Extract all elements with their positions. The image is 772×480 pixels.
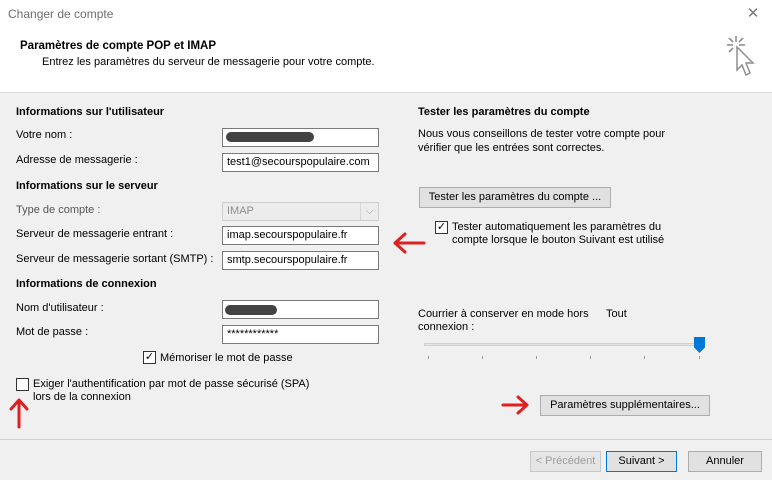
section-server-info: Informations sur le serveur	[16, 180, 158, 192]
offline-slider-thumb[interactable]	[694, 337, 705, 353]
slider-tick	[482, 356, 483, 359]
slider-tick	[699, 356, 700, 359]
annotation-arrow-left-icon	[393, 232, 426, 254]
slider-tick	[536, 356, 537, 359]
outgoing-server-label: Serveur de messagerie sortant (SMTP) :	[16, 253, 214, 265]
incoming-server-label: Serveur de messagerie entrant :	[16, 228, 174, 240]
offline-label-line2: connexion :	[418, 321, 475, 333]
offline-slider-track[interactable]	[424, 343, 704, 346]
slider-tick	[590, 356, 591, 359]
close-icon[interactable]: ✕	[738, 3, 768, 25]
window-title: Changer de compte	[8, 7, 114, 21]
auto-test-line2: compte lorsque le bouton Suivant est uti…	[452, 234, 665, 246]
more-settings-button[interactable]: Paramètres supplémentaires...	[540, 395, 710, 416]
remember-password-label: Mémoriser le mot de passe	[160, 352, 293, 364]
annotation-arrow-up-icon	[9, 398, 29, 429]
incoming-server-field[interactable]: imap.secourspopulaire.fr	[222, 226, 379, 245]
offline-label-line1: Courrier à conserver en mode hors	[418, 308, 589, 320]
section-user-info: Informations sur l'utilisateur	[16, 106, 165, 118]
slider-tick	[644, 356, 645, 359]
test-advice-line2: vérifier que les entrées sont correctes.	[418, 142, 605, 154]
cancel-button[interactable]: Annuler	[688, 451, 762, 472]
email-field[interactable]: test1@secourspopulaire.com	[222, 153, 379, 172]
spa-checkbox[interactable]	[16, 378, 29, 391]
auto-test-line1: Tester automatiquement les paramètres du	[452, 221, 662, 233]
page-title: Paramètres de compte POP et IMAP	[20, 40, 216, 52]
auto-test-checkbox[interactable]: ✓	[435, 221, 448, 234]
footer-divider	[0, 439, 772, 440]
test-settings-button[interactable]: Tester les paramètres du compte ...	[419, 187, 611, 208]
spa-label-line2: lors de la connexion	[33, 391, 131, 403]
username-label: Nom d'utilisateur :	[16, 302, 104, 314]
next-button[interactable]: Suivant >	[606, 451, 677, 472]
password-label: Mot de passe :	[16, 326, 89, 338]
cursor-sparkle-icon	[727, 36, 755, 77]
title-bar	[0, 0, 772, 28]
redacted-scribble	[225, 305, 277, 315]
page-subtitle: Entrez les paramètres du serveur de mess…	[42, 56, 375, 68]
outgoing-server-field[interactable]: smtp.secourspopulaire.fr	[222, 251, 379, 270]
section-test-settings: Tester les paramètres du compte	[418, 106, 590, 118]
slider-tick	[428, 356, 429, 359]
password-field[interactable]: ************	[222, 325, 379, 344]
offline-value: Tout	[606, 308, 627, 320]
section-login-info: Informations de connexion	[16, 278, 157, 290]
name-field[interactable]	[222, 128, 379, 147]
username-field[interactable]	[222, 300, 379, 319]
name-label: Votre nom :	[16, 129, 73, 141]
remember-password-checkbox[interactable]: ✓	[143, 351, 156, 364]
account-type-label: Type de compte :	[16, 204, 101, 216]
spa-label-line1: Exiger l'authentification par mot de pas…	[33, 378, 310, 390]
back-button[interactable]: < Précédent	[530, 451, 601, 472]
email-label: Adresse de messagerie :	[16, 154, 138, 166]
redacted-scribble	[226, 132, 314, 142]
test-advice-line1: Nous vous conseillons de tester votre co…	[418, 128, 666, 140]
account-type-value: IMAP	[227, 205, 254, 217]
chevron-down-icon: ⌵	[360, 203, 378, 220]
account-type-select: IMAP ⌵	[222, 202, 379, 221]
annotation-arrow-right-icon	[501, 395, 529, 415]
